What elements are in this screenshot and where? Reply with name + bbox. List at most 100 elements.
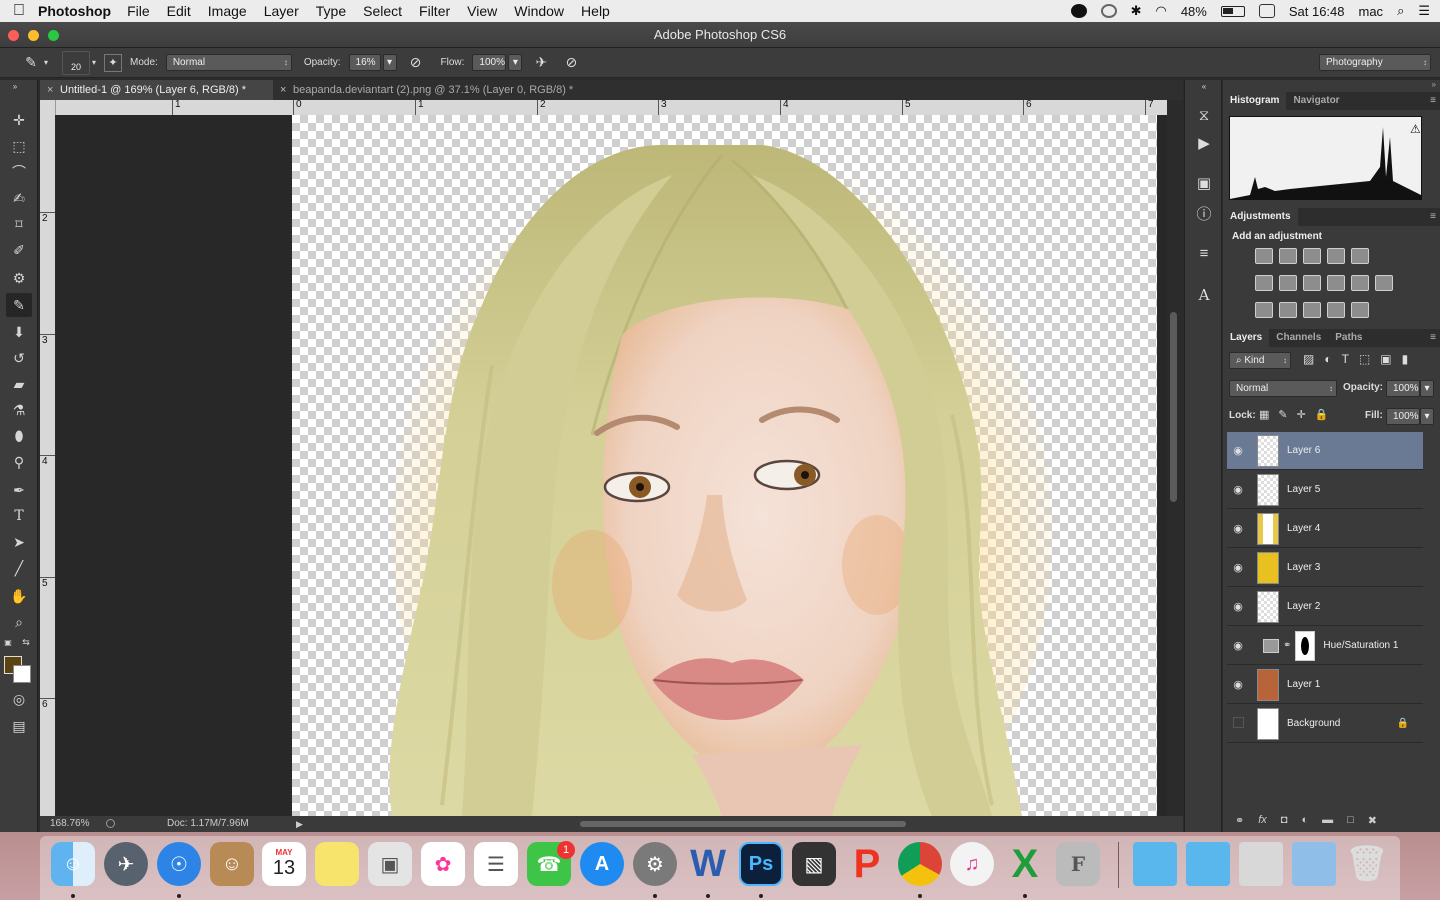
- photoshop-icon[interactable]: Ps: [739, 842, 783, 886]
- layer-name[interactable]: Hue/Saturation 1: [1323, 640, 1398, 651]
- horizontal-ruler[interactable]: 1 0 1 2 3 4 5 6 7: [56, 100, 1168, 115]
- calendar-icon[interactable]: MAY 13: [262, 842, 306, 886]
- brush-panel-toggle-icon[interactable]: ✦: [104, 53, 123, 72]
- layer-row[interactable]: ◉ Layer 1: [1227, 666, 1423, 704]
- dock-expand-icon[interactable]: «: [1193, 80, 1215, 92]
- blur-tool-icon[interactable]: ⬮: [6, 424, 32, 448]
- menu-filter[interactable]: Filter: [419, 3, 450, 19]
- folder-icon[interactable]: [1186, 842, 1230, 886]
- brush-tool-icon[interactable]: ✎: [6, 293, 32, 317]
- clone-stamp-tool-icon[interactable]: ⬇: [6, 320, 32, 344]
- document-tab-beapanda[interactable]: × beapanda.deviantart (2).png @ 37.1% (L…: [273, 80, 593, 100]
- layer-row[interactable]: ◉ Layer 6: [1227, 432, 1423, 470]
- layer-style-icon[interactable]: fx: [1258, 814, 1267, 832]
- excel-icon[interactable]: X: [1003, 842, 1047, 886]
- smart-object-filter-icon[interactable]: ▣: [1380, 352, 1391, 366]
- zoom-level[interactable]: 168.76%: [50, 816, 89, 832]
- menu-help[interactable]: Help: [581, 3, 610, 19]
- workspace-switcher[interactable]: Photography ↕: [1319, 54, 1431, 71]
- layer-filter-kind[interactable]: ⌕ Kind ↕: [1229, 352, 1291, 369]
- safari-icon[interactable]: ☉: [157, 842, 201, 886]
- lasso-tool-icon[interactable]: ⌒: [6, 160, 32, 184]
- layer-blend-mode-dropdown[interactable]: Normal ↕: [1229, 380, 1337, 397]
- photos-icon[interactable]: ✿: [421, 842, 465, 886]
- fontforge-icon[interactable]: F: [1056, 842, 1100, 886]
- vertical-scrollbar[interactable]: [1167, 100, 1182, 816]
- zoom-tool-icon[interactable]: ⌕: [6, 610, 32, 634]
- panel-collapse-icon[interactable]: »: [2, 80, 28, 92]
- lock-position-icon[interactable]: ✛: [1297, 408, 1306, 421]
- tab-channels[interactable]: Channels: [1269, 329, 1328, 347]
- dodge-tool-icon[interactable]: ⚲: [6, 450, 32, 474]
- default-colors-icon[interactable]: ▣: [2, 636, 14, 648]
- adjustment-filter-icon[interactable]: ◐: [1324, 352, 1331, 366]
- layer-link-icon[interactable]: ⚭: [1283, 640, 1291, 651]
- pen-tool-icon[interactable]: ✒: [6, 478, 32, 502]
- reminders-icon[interactable]: ☰: [474, 842, 518, 886]
- status-menu-arrow[interactable]: ▶: [296, 816, 303, 832]
- opacity-slider-arrow[interactable]: ▾: [382, 54, 397, 71]
- eraser-tool-icon[interactable]: ▰: [6, 372, 32, 396]
- minimize-window-button[interactable]: [28, 30, 39, 41]
- visibility-eye-icon[interactable]: ◉: [1227, 678, 1249, 691]
- creative-cloud-icon[interactable]: [1100, 4, 1117, 18]
- visibility-eye-icon[interactable]: ◉: [1227, 639, 1249, 652]
- layer-name[interactable]: Layer 1: [1287, 679, 1320, 690]
- final-cut-icon[interactable]: ▧: [792, 842, 836, 886]
- character-panel-icon[interactable]: A: [1193, 284, 1215, 306]
- layer-name[interactable]: Layer 2: [1287, 601, 1320, 612]
- tool-presets-panel-icon[interactable]: ▣: [1193, 172, 1215, 194]
- tab-histogram[interactable]: Histogram: [1223, 92, 1287, 110]
- spotlight-icon[interactable]: ⌕: [1397, 3, 1404, 19]
- levels-icon[interactable]: [1279, 248, 1297, 264]
- layer-mask-thumbnail[interactable]: [1295, 630, 1316, 661]
- layer-name[interactable]: Layer 6: [1287, 445, 1320, 456]
- visibility-eye-icon[interactable]: ◉: [1227, 600, 1249, 613]
- tab-layers[interactable]: Layers: [1223, 329, 1270, 347]
- brightness-contrast-icon[interactable]: [1255, 248, 1273, 264]
- lock-all-icon[interactable]: 🔒: [1315, 408, 1329, 421]
- brush-picker-arrow[interactable]: ▾: [92, 58, 96, 67]
- screen-mode-icon[interactable]: ▤: [6, 714, 32, 738]
- tool-preset-arrow[interactable]: ▾: [44, 58, 48, 67]
- brush-tool-preset-icon[interactable]: ✎: [20, 52, 42, 74]
- chrome-icon[interactable]: [898, 842, 942, 886]
- lock-image-icon[interactable]: ✎: [1278, 408, 1287, 421]
- link-layers-icon[interactable]: ⚭: [1235, 814, 1244, 832]
- selective-color-icon[interactable]: [1327, 302, 1345, 318]
- filter-toggle-icon[interactable]: ▮: [1402, 352, 1409, 366]
- line-tool-icon[interactable]: ╱: [6, 556, 32, 580]
- airbrush-icon[interactable]: ✈: [530, 52, 552, 74]
- word-icon[interactable]: W: [686, 842, 730, 886]
- pixel-filter-icon[interactable]: ▨: [1303, 352, 1314, 366]
- marquee-tool-icon[interactable]: ⬚: [6, 134, 32, 158]
- lock-transparent-icon[interactable]: ▦: [1259, 408, 1269, 421]
- user-name[interactable]: mac: [1359, 4, 1384, 19]
- layer-name[interactable]: Layer 5: [1287, 484, 1320, 495]
- layer-row[interactable]: ◉ Layer 3: [1227, 549, 1423, 587]
- menu-view[interactable]: View: [467, 3, 497, 19]
- wifi-icon[interactable]: ◠: [1155, 3, 1166, 19]
- hand-tool-icon[interactable]: ✋: [6, 584, 32, 608]
- input-source-icon[interactable]: [1258, 4, 1275, 18]
- panel-menu-icon[interactable]: ≡: [1430, 92, 1436, 110]
- menu-layer[interactable]: Layer: [264, 3, 299, 19]
- battery-icon[interactable]: [1220, 5, 1245, 17]
- type-tool-icon[interactable]: T: [6, 504, 32, 528]
- threshold-icon[interactable]: [1303, 302, 1321, 318]
- invert-icon[interactable]: [1255, 302, 1273, 318]
- zoom-window-button[interactable]: [48, 30, 59, 41]
- add-mask-icon[interactable]: ◘: [1281, 814, 1288, 832]
- photo-filter-icon[interactable]: [1327, 275, 1345, 291]
- visibility-eye-icon[interactable]: ◉: [1227, 444, 1249, 457]
- status-export-icon[interactable]: [106, 819, 115, 828]
- visibility-toggle-empty[interactable]: [1227, 716, 1249, 731]
- layer-row[interactable]: ◉ Layer 5: [1227, 471, 1423, 509]
- itunes-icon[interactable]: ♫: [950, 842, 994, 886]
- panel-collapse-icon[interactable]: »: [1432, 80, 1436, 89]
- notes-icon[interactable]: [315, 842, 359, 886]
- fill-arrow[interactable]: ▾: [1420, 408, 1434, 425]
- quick-mask-icon[interactable]: ◎: [6, 687, 32, 711]
- shape-filter-icon[interactable]: ⬚: [1359, 352, 1370, 366]
- exposure-icon[interactable]: [1327, 248, 1345, 264]
